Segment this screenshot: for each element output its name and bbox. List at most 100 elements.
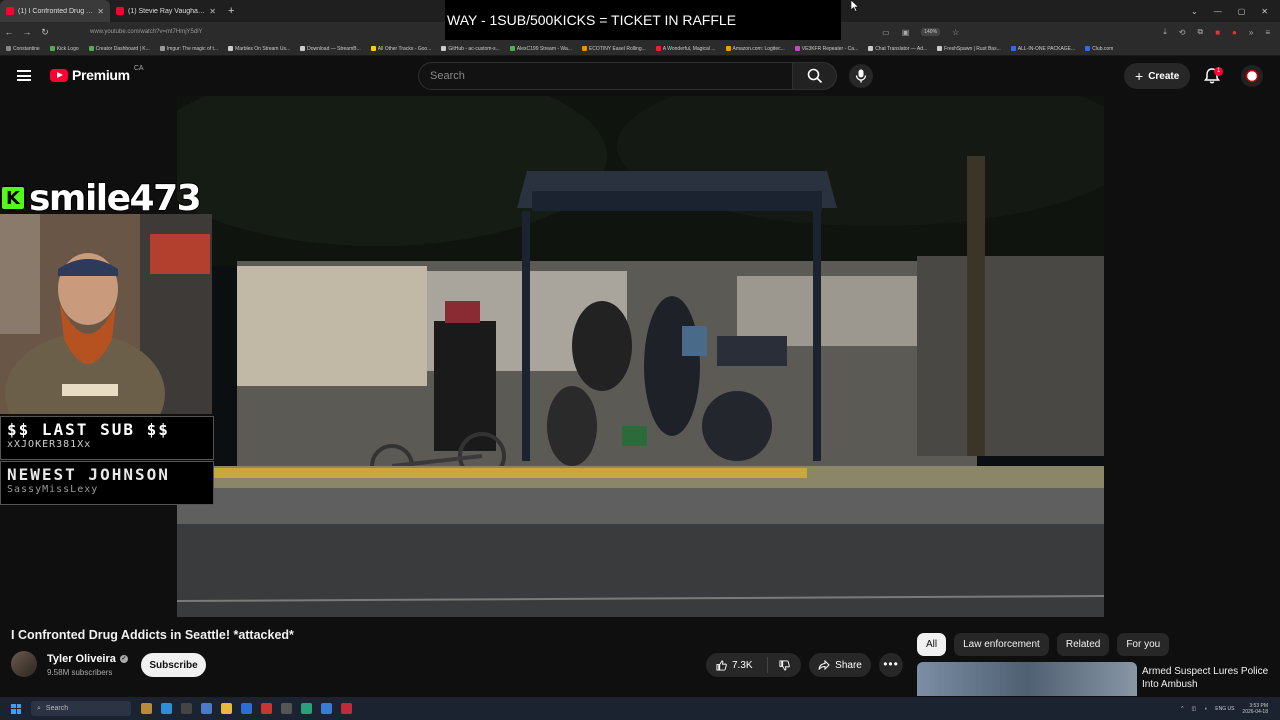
browser-tab[interactable]: (1) Stevie Ray Vaughan - Texas ✕: [110, 0, 222, 22]
bookmark-item[interactable]: Marbles On Stream Us...: [228, 46, 290, 52]
volume-icon[interactable]: ◖: [1204, 706, 1207, 712]
minimize-icon[interactable]: —: [1214, 7, 1222, 16]
chevron-up-icon[interactable]: ^: [1181, 706, 1183, 712]
reload-icon[interactable]: ↻: [36, 27, 54, 38]
region-code: CA: [133, 64, 144, 72]
terminal-icon[interactable]: [181, 703, 192, 714]
more-actions-button[interactable]: •••: [879, 653, 903, 677]
bookmark-item[interactable]: AlexC199 Stream - Wa...: [509, 46, 572, 52]
subscribe-button[interactable]: Subscribe: [141, 653, 206, 677]
edge-icon[interactable]: [161, 703, 172, 714]
widgets-icon[interactable]: [141, 703, 152, 714]
app-icon[interactable]: [301, 703, 312, 714]
bookmark-item[interactable]: Kick Logo: [49, 46, 79, 52]
taskbar-search[interactable]: ⌕ Search: [31, 701, 131, 716]
chip-related[interactable]: Related: [1056, 633, 1110, 656]
search-input[interactable]: [418, 62, 793, 90]
zoom-indicator[interactable]: 140%: [921, 28, 941, 36]
share-button[interactable]: Share: [809, 653, 871, 677]
recommendation-chips: All Law enforcement Related For you: [917, 633, 1170, 656]
account-avatar[interactable]: [1241, 65, 1263, 87]
app-icon[interactable]: [261, 703, 272, 714]
app-icon[interactable]: [341, 703, 352, 714]
windows-start-icon[interactable]: [11, 703, 21, 714]
clock[interactable]: 3:53 PM 2026-04-18: [1242, 703, 1268, 715]
bookmark-item[interactable]: A Wonderful, Magical ...: [655, 46, 716, 52]
bookmark-item[interactable]: VE3KFR Repeater - Ca...: [794, 46, 858, 52]
bookmark-item[interactable]: Download — StreamB...: [300, 46, 361, 52]
bookmark-item[interactable]: Imgur: The magic of t...: [159, 46, 218, 52]
menu-icon[interactable]: ≡: [1265, 28, 1270, 37]
search-icon: ⌕: [37, 704, 41, 712]
search-box: [418, 62, 838, 90]
obs-icon[interactable]: [281, 703, 292, 714]
screenshot-icon[interactable]: ▣: [902, 28, 910, 37]
recommended-video-title[interactable]: Armed Suspect Lures Police Into Ambush: [1142, 665, 1272, 691]
youtube-play-icon: [50, 68, 68, 82]
new-tab-button[interactable]: +: [222, 5, 240, 17]
toolbar-icons: ▭ ▣ 140% ☆ ⤓ ⟲ ⧉ ■ ● » ≡: [882, 27, 1280, 37]
screen: (1) I Confronted Drug Addi ✕ (1) Stevie …: [0, 0, 1280, 720]
profile-icon[interactable]: ●: [1232, 28, 1237, 37]
channel-avatar[interactable]: [11, 651, 37, 677]
bookmark-item[interactable]: Amazon.com: Logitec...: [725, 46, 785, 52]
chip-law-enforcement[interactable]: Law enforcement: [954, 633, 1049, 656]
bookmark-item[interactable]: Creator Dashboard | K...: [88, 46, 150, 52]
history-icon[interactable]: ⟲: [1179, 28, 1186, 37]
extension-icon[interactable]: ■: [1215, 28, 1220, 37]
language-indicator[interactable]: ENG US: [1215, 706, 1234, 712]
tab-label: (1) I Confronted Drug Addi: [18, 7, 94, 15]
bookmark-item[interactable]: Chat Translator — Ad...: [868, 46, 927, 52]
back-icon[interactable]: ←: [0, 27, 18, 37]
plus-icon: +: [1135, 68, 1144, 84]
newest-name: SassyMissLexy: [7, 484, 99, 495]
windows-taskbar: ⌕ Search ^ ◫ ◖ ENG US 3:53 PM 2026-04-18: [0, 697, 1280, 720]
browser-tab-active[interactable]: (1) I Confronted Drug Addi ✕: [0, 0, 110, 22]
share-label: Share: [835, 659, 862, 671]
photos-icon[interactable]: [201, 703, 212, 714]
forward-icon[interactable]: →: [18, 27, 36, 37]
bookmark-star-icon[interactable]: ☆: [952, 28, 959, 37]
like-button[interactable]: 7.3K: [706, 657, 768, 673]
youtube-favicon-icon: [6, 7, 14, 15]
recommended-video-thumbnail[interactable]: [917, 662, 1137, 696]
bookmark-item[interactable]: ALL-IN-ONE PACKAGE...: [1010, 46, 1075, 52]
files-icon[interactable]: [221, 703, 232, 714]
create-button[interactable]: + Create: [1124, 63, 1191, 89]
bookmark-item[interactable]: ECOTINY Easel Rolling...: [581, 46, 646, 52]
search-button[interactable]: [793, 62, 837, 90]
youtube-favicon-icon: [116, 7, 124, 15]
chrome-icon[interactable]: [241, 703, 252, 714]
channel-name[interactable]: Tyler Oliveira: [47, 653, 116, 665]
chip-for-you[interactable]: For you: [1117, 633, 1170, 656]
video-player[interactable]: [177, 96, 1104, 617]
bookmark-item[interactable]: All Other Tracks - Goo...: [370, 46, 431, 52]
close-tab-icon[interactable]: ✕: [209, 7, 216, 16]
share-arrow-icon: [818, 660, 830, 670]
store-icon[interactable]: [321, 703, 332, 714]
dislike-button[interactable]: [768, 659, 801, 671]
chip-all[interactable]: All: [917, 633, 947, 656]
voice-search-button[interactable]: [849, 64, 873, 88]
extensions-icon[interactable]: ⧉: [1197, 27, 1203, 37]
bookmark-item[interactable]: FreshSpawn | Rust Bas...: [937, 46, 1001, 52]
download-icon[interactable]: ⤓: [1163, 27, 1167, 37]
bookmark-item[interactable]: Club.com: [1085, 46, 1113, 52]
newest-follower-panel: NEWEST JOHNSON SassyMissLexy: [0, 461, 214, 505]
close-tab-icon[interactable]: ✕: [97, 7, 104, 16]
hamburger-menu-icon[interactable]: [17, 70, 31, 81]
tab-search-icon[interactable]: ⌄: [1191, 7, 1198, 16]
verified-check-icon: ✓: [119, 655, 128, 663]
channel-name-row[interactable]: Tyler Oliveira ✓: [47, 653, 128, 665]
last-sub-name: xXJOKER381Xx: [7, 439, 92, 450]
cast-icon[interactable]: ▭: [882, 28, 890, 37]
raffle-ticker: WAY - 1SUB/500KICKS = TICKET IN RAFFLE: [445, 0, 841, 40]
chevron-more-icon[interactable]: »: [1249, 28, 1253, 37]
youtube-premium-logo[interactable]: Premium CA: [50, 64, 144, 83]
close-window-icon[interactable]: ✕: [1261, 7, 1268, 16]
bookmark-item[interactable]: GitHub - ac-custom-s...: [441, 46, 500, 52]
bookmark-item[interactable]: Constantine: [6, 46, 40, 52]
system-tray: ^ ◫ ◖ ENG US 3:53 PM 2026-04-18: [1181, 703, 1280, 715]
maximize-icon[interactable]: ▢: [1238, 7, 1246, 16]
network-icon[interactable]: ◫: [1191, 706, 1196, 712]
